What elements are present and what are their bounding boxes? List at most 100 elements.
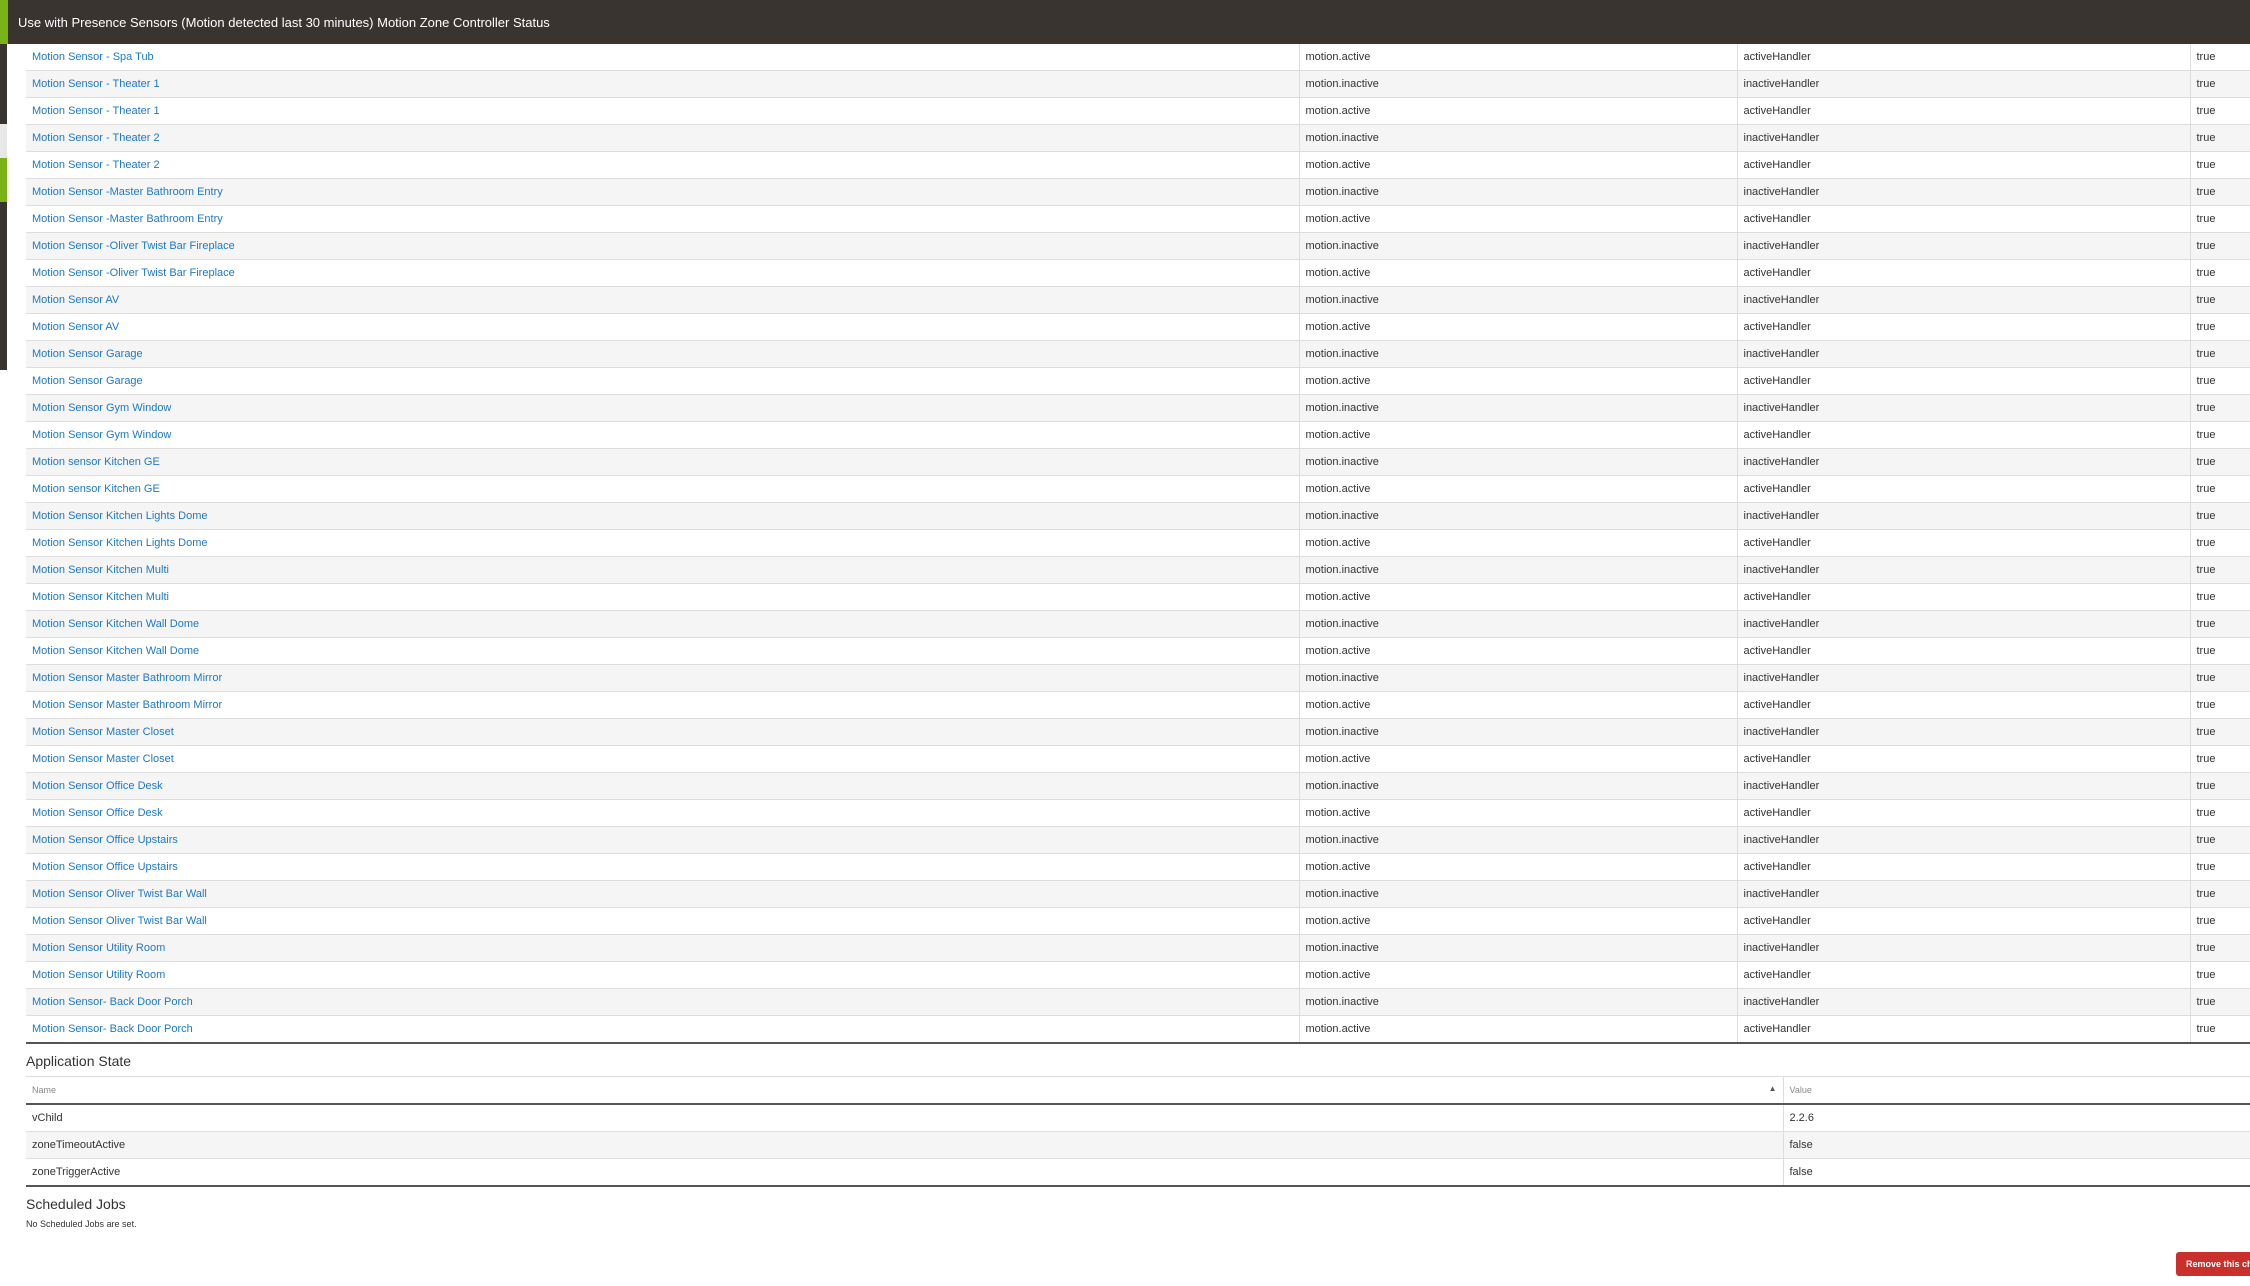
subscription-enabled: true: [2196, 375, 2216, 387]
device-link[interactable]: Motion Sensor Kitchen Lights Dome: [32, 537, 207, 549]
subscription-row: Motion Sensor Kitchen Multi motion.active…: [26, 583, 2250, 611]
remove-child-button[interactable]: Remove this child: [2176, 1252, 2250, 1276]
subscription-enabled-cell: true: [2189, 124, 2250, 152]
handler-name-cell: inactiveHandler: [1736, 880, 2190, 908]
handler-name: activeHandler: [1743, 861, 1811, 873]
device-link[interactable]: Motion Sensor Master Bathroom Mirror: [32, 699, 222, 711]
device-link[interactable]: Motion Sensor Gym Window: [32, 402, 171, 414]
subscription-enabled-cell: true: [2189, 745, 2250, 773]
handler-name: inactiveHandler: [1743, 888, 1820, 900]
event-name: motion.inactive: [1305, 672, 1379, 684]
device-link[interactable]: Motion Sensor Oliver Twist Bar Wall: [32, 915, 207, 927]
handler-name: activeHandler: [1743, 969, 1811, 981]
device-link-cell: Motion Sensor AV: [26, 286, 1299, 314]
handler-name-cell: inactiveHandler: [1736, 286, 2190, 314]
device-link[interactable]: Motion Sensor -Oliver Twist Bar Fireplac…: [32, 240, 235, 252]
device-link[interactable]: Motion Sensor -Oliver Twist Bar Fireplac…: [32, 267, 235, 279]
event-name: motion.inactive: [1305, 618, 1379, 630]
subscription-row: Motion Sensor - Spa Tub motion.active acti…: [26, 44, 2250, 71]
subscription-row: Motion Sensor Kitchen Wall Dome motion.ac…: [26, 637, 2250, 665]
device-link[interactable]: Motion Sensor Master Closet: [32, 753, 174, 765]
event-name-cell: motion.active: [1298, 637, 1737, 665]
device-link-cell: Motion Sensor Office Desk: [26, 772, 1299, 800]
device-link[interactable]: Motion Sensor- Back Door Porch: [32, 1023, 193, 1035]
device-link[interactable]: Motion Sensor Kitchen Wall Dome: [32, 645, 199, 657]
device-link[interactable]: Motion Sensor AV: [32, 321, 119, 333]
handler-name-cell: inactiveHandler: [1736, 718, 2190, 746]
subscription-row: Motion Sensor Master Bathroom Mirror moti…: [26, 664, 2250, 692]
event-name-cell: motion.inactive: [1298, 394, 1737, 422]
device-link[interactable]: Motion Sensor Garage: [32, 375, 143, 387]
device-link[interactable]: Motion Sensor Kitchen Wall Dome: [32, 618, 199, 630]
device-link[interactable]: Motion Sensor - Spa Tub: [32, 51, 154, 63]
column-header-name[interactable]: Name ▲: [26, 1076, 1783, 1105]
subscription-row: Motion sensor Kitchen GE motion.inactive i…: [26, 448, 2250, 476]
device-link[interactable]: Motion Sensor Office Upstairs: [32, 861, 178, 873]
column-header-value[interactable]: Value: [1782, 1076, 2250, 1105]
subscription-enabled-cell: true: [2189, 313, 2250, 341]
application-state-title: Application State: [26, 1053, 132, 1069]
handler-name: inactiveHandler: [1743, 240, 1820, 252]
handler-name: inactiveHandler: [1743, 996, 1820, 1008]
device-link[interactable]: Motion Sensor- Back Door Porch: [32, 996, 193, 1008]
device-link[interactable]: Motion Sensor Master Bathroom Mirror: [32, 672, 222, 684]
device-link[interactable]: Motion Sensor Master Closet: [32, 726, 174, 738]
device-link[interactable]: Motion Sensor Office Desk: [32, 780, 163, 792]
handler-name-cell: inactiveHandler: [1736, 394, 2190, 422]
subscription-enabled: true: [2196, 753, 2216, 765]
device-link[interactable]: Motion Sensor AV: [32, 294, 119, 306]
handler-name-cell: activeHandler: [1736, 691, 2190, 719]
sort-asc-icon[interactable]: ▲: [1769, 1084, 1777, 1093]
device-link-cell: Motion Sensor Office Upstairs: [26, 853, 1299, 881]
device-link[interactable]: Motion Sensor Kitchen Multi: [32, 591, 169, 603]
page-title: Use with Presence Sensors (Motion detect…: [18, 14, 550, 30]
subscription-row: Motion Sensor -Oliver Twist Bar Fireplac…: [26, 259, 2250, 287]
sidebar-item-highlight[interactable]: [0, 124, 7, 158]
column-header-value-label: Value: [1789, 1085, 1812, 1095]
device-link[interactable]: Motion Sensor Kitchen Multi: [32, 564, 169, 576]
device-link[interactable]: Motion Sensor - Theater 2: [32, 159, 160, 171]
event-name-cell: motion.inactive: [1298, 178, 1737, 206]
handler-name: activeHandler: [1743, 213, 1811, 225]
handler-name-cell: activeHandler: [1736, 583, 2190, 611]
device-link[interactable]: Motion Sensor Gym Window: [32, 429, 171, 441]
device-link[interactable]: Motion Sensor Office Upstairs: [32, 834, 178, 846]
event-name: motion.active: [1305, 645, 1371, 657]
device-link[interactable]: Motion Sensor - Theater 1: [32, 78, 160, 90]
subscription-row: Motion Sensor Oliver Twist Bar Wall motio…: [26, 907, 2250, 935]
handler-name-cell: activeHandler: [1736, 313, 2190, 341]
device-link[interactable]: Motion Sensor -Master Bathroom Entry: [32, 186, 223, 198]
subscription-enabled-cell: true: [2189, 907, 2250, 935]
device-link-cell: Motion Sensor - Theater 1: [26, 97, 1299, 125]
device-link[interactable]: Motion sensor Kitchen GE: [32, 456, 160, 468]
device-link[interactable]: Motion Sensor Oliver Twist Bar Wall: [32, 888, 207, 900]
device-link[interactable]: Motion sensor Kitchen GE: [32, 483, 160, 495]
event-name-cell: motion.active: [1298, 44, 1737, 71]
device-link[interactable]: Motion Sensor Utility Room: [32, 942, 165, 954]
subscription-enabled-cell: true: [2189, 664, 2250, 692]
sidebar-item-active[interactable]: [0, 158, 7, 202]
event-name-cell: motion.inactive: [1298, 772, 1737, 800]
handler-name: inactiveHandler: [1743, 186, 1820, 198]
device-link[interactable]: Motion Sensor Garage: [32, 348, 143, 360]
top-bar-accent: [0, 0, 8, 44]
event-name: motion.inactive: [1305, 888, 1379, 900]
device-link[interactable]: Motion Sensor - Theater 2: [32, 132, 160, 144]
event-name: motion.active: [1305, 483, 1371, 495]
subscription-row: Motion Sensor Kitchen Lights Dome motion.…: [26, 529, 2250, 557]
event-name-cell: motion.inactive: [1298, 70, 1737, 98]
device-link[interactable]: Motion Sensor -Master Bathroom Entry: [32, 213, 223, 225]
subscription-enabled-cell: true: [2189, 259, 2250, 287]
device-link[interactable]: Motion Sensor - Theater 1: [32, 105, 160, 117]
handler-name: inactiveHandler: [1743, 726, 1820, 738]
subscription-enabled: true: [2196, 483, 2216, 495]
event-name: motion.inactive: [1305, 780, 1379, 792]
event-name-cell: motion.active: [1298, 745, 1737, 773]
device-link-cell: Motion Sensor Kitchen Lights Dome: [26, 529, 1299, 557]
device-link[interactable]: Motion Sensor Kitchen Lights Dome: [32, 510, 207, 522]
device-link[interactable]: Motion Sensor Utility Room: [32, 969, 165, 981]
device-link-cell: Motion sensor Kitchen GE: [26, 448, 1299, 476]
subscription-row: Motion Sensor Office Upstairs motion.acti…: [26, 853, 2250, 881]
event-name: motion.active: [1305, 753, 1371, 765]
device-link[interactable]: Motion Sensor Office Desk: [32, 807, 163, 819]
